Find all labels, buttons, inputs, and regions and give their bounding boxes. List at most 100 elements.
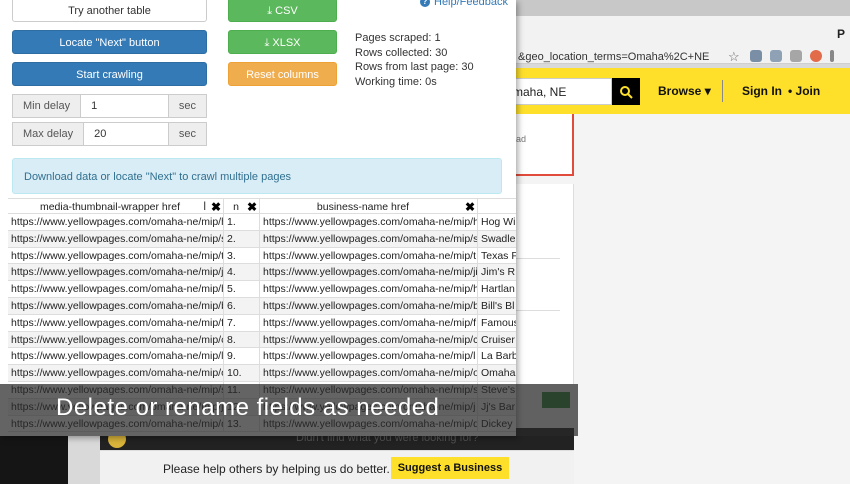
signin-link[interactable]: Sign In — [742, 84, 782, 98]
table-row: https://www.yellowpages.com/omaha-ne/mip… — [8, 264, 516, 282]
max-delay-label: Max delay — [12, 122, 85, 146]
column-header-label: business-name href — [316, 201, 410, 213]
table-row: https://www.yellowpages.com/omaha-ne/mip… — [8, 331, 516, 349]
table-cell: https://www.yellowpages.com/omaha-ne/mip… — [8, 214, 224, 230]
table-row: https://www.yellowpages.com/omaha-ne/mip… — [8, 247, 516, 265]
table-cell: https://www.yellowpages.com/omaha-ne/mip… — [8, 264, 224, 281]
extension-icon[interactable] — [750, 50, 762, 62]
text-cursor-icon: I — [203, 199, 207, 213]
delete-column-icon[interactable]: ✖ — [465, 199, 475, 213]
table-row: https://www.yellowpages.com/omaha-ne/mip… — [8, 281, 516, 298]
table-cell: https://www.yellowpages.com/omaha-ne/mip… — [260, 331, 478, 348]
table-cell: https://www.yellowpages.com/omaha-ne/mip… — [8, 331, 224, 348]
help-feedback-link[interactable]: ? Help/Feedback — [420, 0, 508, 8]
table-cell: https://www.yellowpages.com/omaha-ne/mip… — [260, 281, 478, 297]
delete-column-icon[interactable]: ✖ — [211, 199, 221, 213]
table-cell: https://www.yellowpages.com/omaha-ne/mip… — [8, 247, 224, 264]
working-time: Working time: 0s — [355, 75, 437, 88]
delete-column-icon[interactable]: ✖ — [247, 199, 257, 213]
xlsx-label: XLSX — [272, 37, 301, 49]
menu-dots-icon[interactable] — [830, 50, 834, 62]
info-alert: Download data or locate "Next" to crawl … — [12, 158, 502, 194]
profile-letter: P — [837, 27, 846, 41]
table-cell: https://www.yellowpages.com/omaha-ne/mip… — [260, 365, 478, 381]
table-cell: Texas F — [481, 249, 516, 262]
location-search-input[interactable]: maha, NE — [508, 78, 612, 105]
pages-scraped: Pages scraped: 1 — [355, 32, 441, 44]
table-row: https://www.yellowpages.com/omaha-ne/mip… — [8, 230, 516, 248]
min-delay-label: Min delay — [12, 94, 82, 118]
download-icon: ⤓ — [264, 37, 270, 49]
try-another-table-button[interactable]: Try another table — [12, 0, 207, 22]
table-cell: Jim's R — [481, 266, 516, 279]
suggest-business-button[interactable]: Suggest a Business — [391, 457, 509, 479]
table-cell: 8. — [224, 331, 260, 348]
table-cell: 6. — [224, 297, 260, 314]
reset-columns-button[interactable]: Reset columns — [228, 62, 337, 86]
question-icon: ? — [420, 0, 430, 7]
table-cell: Cruiser — [481, 333, 515, 346]
locate-next-button[interactable]: Locate "Next" button — [12, 30, 207, 54]
table-cell: https://www.yellowpages.com/omaha-ne/mip… — [8, 297, 224, 314]
bookmark-star-icon[interactable]: ☆ — [728, 49, 740, 65]
table-cell: Bill's Bl — [481, 299, 515, 312]
extension-icon[interactable] — [810, 50, 822, 62]
table-cell: 1. — [224, 214, 260, 230]
table-cell: 2. — [224, 230, 260, 247]
min-delay-unit: sec — [167, 94, 207, 118]
divider — [516, 258, 560, 259]
download-icon: ⤓ — [267, 5, 273, 17]
address-bar-url[interactable]: &geo_location_terms=Omaha%2C+NE — [518, 51, 709, 63]
caret-down-icon: ▾ — [704, 84, 711, 98]
max-delay-input[interactable]: 20 — [84, 122, 168, 146]
extension-icon[interactable] — [770, 50, 782, 62]
table-cell: 3. — [224, 247, 260, 264]
table-cell: https://www.yellowpages.com/omaha-ne/mip… — [8, 348, 224, 365]
listing-card — [516, 184, 574, 384]
column-header[interactable]: business-name href ✖ — [260, 199, 478, 213]
rows-last-page: Rows from last page: 30 — [355, 61, 474, 74]
divider — [516, 310, 560, 311]
dark-thumbnail — [0, 436, 68, 484]
table-cell: https://www.yellowpages.com/omaha-ne/mip… — [260, 314, 478, 331]
table-cell: La Barb — [481, 350, 516, 363]
min-delay-group: Min delay 1 sec — [12, 94, 207, 118]
table-cell: 7. — [224, 314, 260, 331]
column-header[interactable] — [478, 199, 516, 213]
extension-icon[interactable] — [790, 50, 802, 62]
csv-label: CSV — [275, 5, 298, 17]
help-label: Help/Feedback — [434, 0, 508, 8]
xlsx-button[interactable]: ⤓ XLSX — [228, 30, 337, 54]
nav-divider — [722, 80, 723, 102]
search-button[interactable] — [612, 78, 640, 105]
rows-collected: Rows collected: 30 — [355, 46, 448, 59]
crawl-stats: Pages scraped: 1 Rows collected: 30 Rows… — [355, 31, 474, 89]
start-crawling-button[interactable]: Start crawling — [12, 62, 207, 86]
column-header-label: media-thumbnail-wrapper href — [39, 201, 181, 213]
table-cell: https://www.yellowpages.com/omaha-ne/mip… — [260, 247, 478, 264]
browse-menu[interactable]: Browse ▾ — [658, 84, 711, 98]
table-row: https://www.yellowpages.com/omaha-ne/mip… — [8, 214, 516, 231]
table-row: https://www.yellowpages.com/omaha-ne/mip… — [8, 365, 516, 382]
table-cell: 4. — [224, 264, 260, 281]
join-link[interactable]: • Join — [788, 84, 820, 98]
max-delay-unit: sec — [167, 122, 207, 146]
csv-button[interactable]: ⤓ CSV — [228, 0, 337, 22]
table-cell: https://www.yellowpages.com/omaha-ne/mip… — [260, 230, 478, 247]
table-header-row: media-thumbnail-wrapper href ✖ n ✖ busines… — [8, 198, 516, 214]
column-header[interactable]: n ✖ — [224, 199, 260, 213]
table-cell: https://www.yellowpages.com/omaha-ne/mip… — [8, 365, 224, 381]
column-header-label: n — [233, 201, 239, 213]
table-cell: https://www.yellowpages.com/omaha-ne/mip… — [8, 230, 224, 247]
scraper-popup: Try another table ⤓ CSV ? Help/Feedback L… — [0, 0, 516, 436]
min-delay-input[interactable]: 1 — [81, 94, 168, 118]
column-header[interactable]: media-thumbnail-wrapper href ✖ — [8, 199, 224, 213]
table-cell: https://www.yellowpages.com/omaha-ne/mip… — [8, 314, 224, 331]
table-cell: https://www.yellowpages.com/omaha-ne/mip… — [8, 281, 224, 297]
help-others-text: Please help others by helping us do bett… — [163, 462, 390, 476]
browse-label: Browse — [658, 84, 702, 98]
table-row: https://www.yellowpages.com/omaha-ne/mip… — [8, 297, 516, 315]
search-icon — [620, 85, 633, 99]
table-cell: 5. — [224, 281, 260, 297]
table-cell: https://www.yellowpages.com/omaha-ne/mip… — [260, 297, 478, 314]
